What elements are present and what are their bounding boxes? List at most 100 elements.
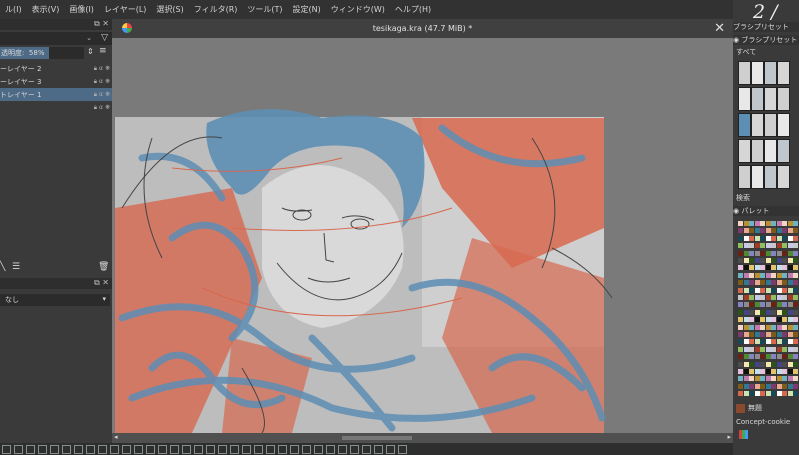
palette-swatch[interactable] [793, 280, 798, 286]
palette-swatch[interactable] [760, 376, 765, 382]
palette-swatch[interactable] [776, 309, 782, 315]
palette-swatch[interactable] [771, 228, 776, 234]
close-icon[interactable]: ✕ [714, 21, 725, 36]
palette-swatch[interactable] [793, 317, 798, 323]
palette-swatch[interactable] [754, 361, 760, 367]
palette-swatch[interactable] [760, 265, 765, 271]
palette-swatch[interactable] [793, 383, 798, 389]
rectangle-tool-icon[interactable] [37, 444, 47, 454]
palette-swatch[interactable] [765, 391, 771, 397]
brush-preset-tile[interactable] [738, 87, 751, 111]
palette-swatch[interactable] [782, 221, 787, 226]
palette-swatch[interactable] [793, 391, 798, 397]
palette-swatch[interactable] [760, 361, 765, 367]
palette-swatch[interactable] [782, 361, 787, 367]
palette-swatch[interactable] [738, 265, 743, 271]
settings-icon[interactable]: ❋ [105, 104, 110, 111]
brush-preset-tile[interactable] [751, 139, 764, 163]
text-tool-icon[interactable] [133, 444, 143, 454]
palette-swatch[interactable] [771, 272, 776, 278]
palette-swatch[interactable] [782, 332, 787, 337]
polygon-tool-icon[interactable] [61, 444, 71, 454]
palette-swatch[interactable] [765, 332, 771, 337]
palette-swatch[interactable] [743, 309, 749, 315]
palette-swatch[interactable] [743, 324, 749, 330]
palette-swatch[interactable] [765, 280, 771, 286]
brush-preset-tile[interactable] [764, 165, 777, 189]
brush-preset-tile[interactable] [777, 113, 790, 137]
palette-swatch[interactable] [760, 346, 765, 352]
palette-swatch[interactable] [765, 324, 771, 330]
menu-item-select[interactable]: 選択(S) [151, 4, 188, 15]
palette-swatch[interactable] [771, 235, 776, 241]
brush-preset-tile[interactable] [764, 87, 777, 111]
palette-swatch[interactable] [743, 280, 749, 286]
palette-swatch[interactable] [776, 324, 782, 330]
measure-tool-icon[interactable] [265, 444, 275, 454]
select-shapes-tool-icon[interactable] [1, 444, 11, 454]
palette-swatch[interactable] [787, 228, 793, 234]
transform-tool-icon[interactable] [145, 444, 155, 454]
palette-swatch[interactable] [787, 221, 793, 226]
palette-swatch[interactable] [787, 317, 793, 323]
fill-tool-icon[interactable] [229, 444, 239, 454]
menu-item-settings[interactable]: 設定(N) [288, 4, 326, 15]
palette-swatch[interactable] [754, 280, 760, 286]
brush-preset-tile[interactable] [738, 165, 751, 189]
palette-swatch[interactable] [765, 354, 771, 360]
palette-swatch[interactable] [743, 295, 749, 300]
brush-preset-tile[interactable] [751, 113, 764, 137]
palette-swatch[interactable] [776, 235, 782, 241]
palette-swatch[interactable] [749, 332, 754, 337]
palette-swatch[interactable] [749, 391, 754, 397]
palette-swatch[interactable] [738, 235, 743, 241]
palette-swatch[interactable] [749, 302, 754, 308]
palette-swatch[interactable] [765, 383, 771, 389]
palette-swatch[interactable] [787, 250, 793, 256]
palette-swatch[interactable] [760, 339, 765, 345]
brush-tool-icon[interactable] [13, 444, 23, 454]
palette-swatch[interactable] [749, 258, 754, 263]
palette-swatch[interactable] [793, 228, 798, 234]
palette-swatch[interactable] [787, 324, 793, 330]
palette-swatch[interactable] [743, 243, 749, 249]
palette-swatch[interactable] [738, 287, 743, 293]
palette-swatch[interactable] [765, 346, 771, 352]
palette-swatch[interactable] [760, 243, 765, 249]
palette-swatch[interactable] [760, 309, 765, 315]
brush-preset-tile[interactable] [738, 139, 751, 163]
palette-swatch[interactable] [782, 265, 787, 271]
palette-swatch[interactable] [793, 235, 798, 241]
palette-swatch[interactable] [760, 258, 765, 263]
palette-swatch[interactable] [782, 324, 787, 330]
palette-swatch[interactable] [760, 272, 765, 278]
palette-swatch[interactable] [754, 250, 760, 256]
palette-swatch[interactable] [765, 339, 771, 345]
palette-swatch[interactable] [793, 287, 798, 293]
palette-swatch[interactable] [749, 346, 754, 352]
trash-icon[interactable]: 🗑︎ [98, 262, 109, 272]
brush-preset-tile[interactable] [777, 165, 790, 189]
palette-swatch[interactable] [738, 295, 743, 300]
palette-swatch[interactable] [754, 383, 760, 389]
palette-swatch[interactable] [765, 250, 771, 256]
palette-swatch[interactable] [771, 391, 776, 397]
palette-name[interactable]: Concept-cookie [736, 418, 790, 426]
palette-swatch[interactable] [760, 332, 765, 337]
palette-swatch[interactable] [754, 258, 760, 263]
alpha-icon[interactable]: α [99, 104, 103, 111]
freehand-path-icon[interactable] [97, 444, 107, 454]
brush-search-label[interactable]: 検索 [736, 193, 750, 203]
palette-swatch[interactable] [782, 376, 787, 382]
palette-swatch[interactable] [754, 339, 760, 345]
palette-swatch[interactable] [776, 228, 782, 234]
palette-swatch[interactable] [765, 376, 771, 382]
palette-swatch[interactable] [765, 272, 771, 278]
palette-swatch[interactable] [793, 272, 798, 278]
palette-swatch[interactable] [743, 376, 749, 382]
palette-swatch[interactable] [738, 221, 743, 226]
horizontal-scrollbar[interactable]: ◂ ▸ [112, 433, 733, 443]
palette-swatch[interactable] [749, 250, 754, 256]
palette-swatch[interactable] [793, 302, 798, 308]
palette-swatch[interactable] [760, 287, 765, 293]
